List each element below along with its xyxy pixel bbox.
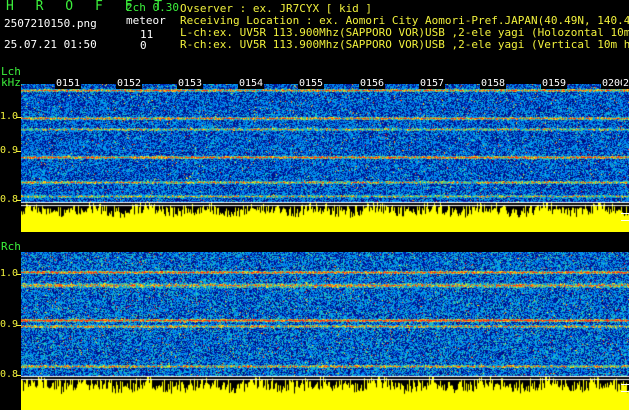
time-label: 0158 [480, 78, 507, 89]
version-label: 2ch 0.30 [126, 1, 179, 14]
time-label: 0159 [541, 78, 568, 89]
rch-info-line: R-ch:ex. UV5R 113.900Mhz(SAPPORO VOR)USB… [180, 38, 629, 51]
lch-spectrogram [21, 84, 629, 232]
time-label: 0157 [419, 78, 446, 89]
time-label: 0155 [298, 78, 325, 89]
rch-tick-1-0: 1.0 [0, 268, 21, 279]
rch-spectrogram [21, 252, 629, 410]
meteor-count-rch: 0 [140, 39, 147, 52]
rch-level-marker [621, 384, 629, 392]
lch-tick-0-9: 0.9 [0, 145, 21, 156]
time-label: 0154 [238, 78, 265, 89]
time-label: 0152 [116, 78, 143, 89]
time-label: 0153 [177, 78, 204, 89]
lch-unit: kHz [1, 76, 21, 89]
rch-label: Rch [1, 240, 21, 253]
hroff-screen: H R O F F T 2ch 0.30 meteor 2507210150.p… [0, 0, 629, 410]
rch-tick-0-8: 0.8 [0, 369, 21, 380]
meteor-count-label: meteor [126, 14, 166, 27]
rch-tick-0-9: 0.9 [0, 319, 21, 330]
date-time: 25.07.21 01:50 [4, 38, 97, 51]
time-label: 0156 [359, 78, 386, 89]
lch-level-marker [621, 213, 629, 221]
station-info: Ovserver : ex. JR7CYX [ kid ] Receiving … [180, 3, 629, 51]
time-label-end: 2 [622, 78, 629, 89]
lch-time-axis: 0151 0152 0153 0154 0155 0156 0157 0158 … [21, 78, 629, 90]
file-name: 2507210150.png [4, 17, 97, 30]
lch-tick-0-8: 0.8 [0, 194, 21, 205]
lch-tick-1-0: 1.0 [0, 111, 21, 122]
time-label: 0151 [55, 78, 82, 89]
